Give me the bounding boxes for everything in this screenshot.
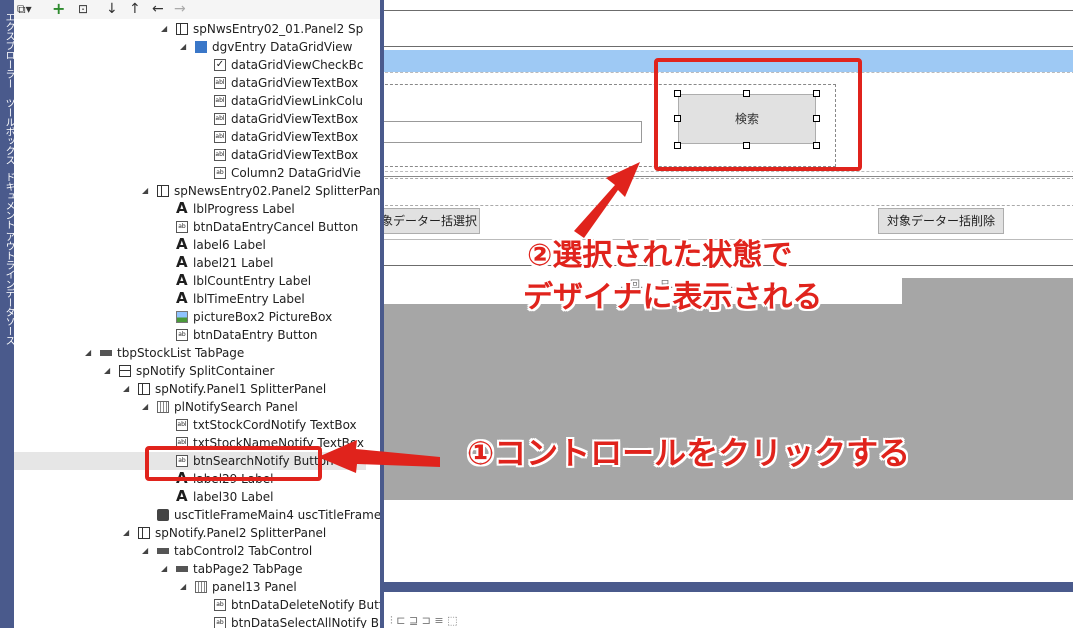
annotation-step2-line2: デザイナに表示される <box>523 280 823 315</box>
annotation-step2-line1: ②選択された状態で <box>527 238 793 273</box>
annotation-step1: ①コントロールをクリックする <box>467 434 911 472</box>
